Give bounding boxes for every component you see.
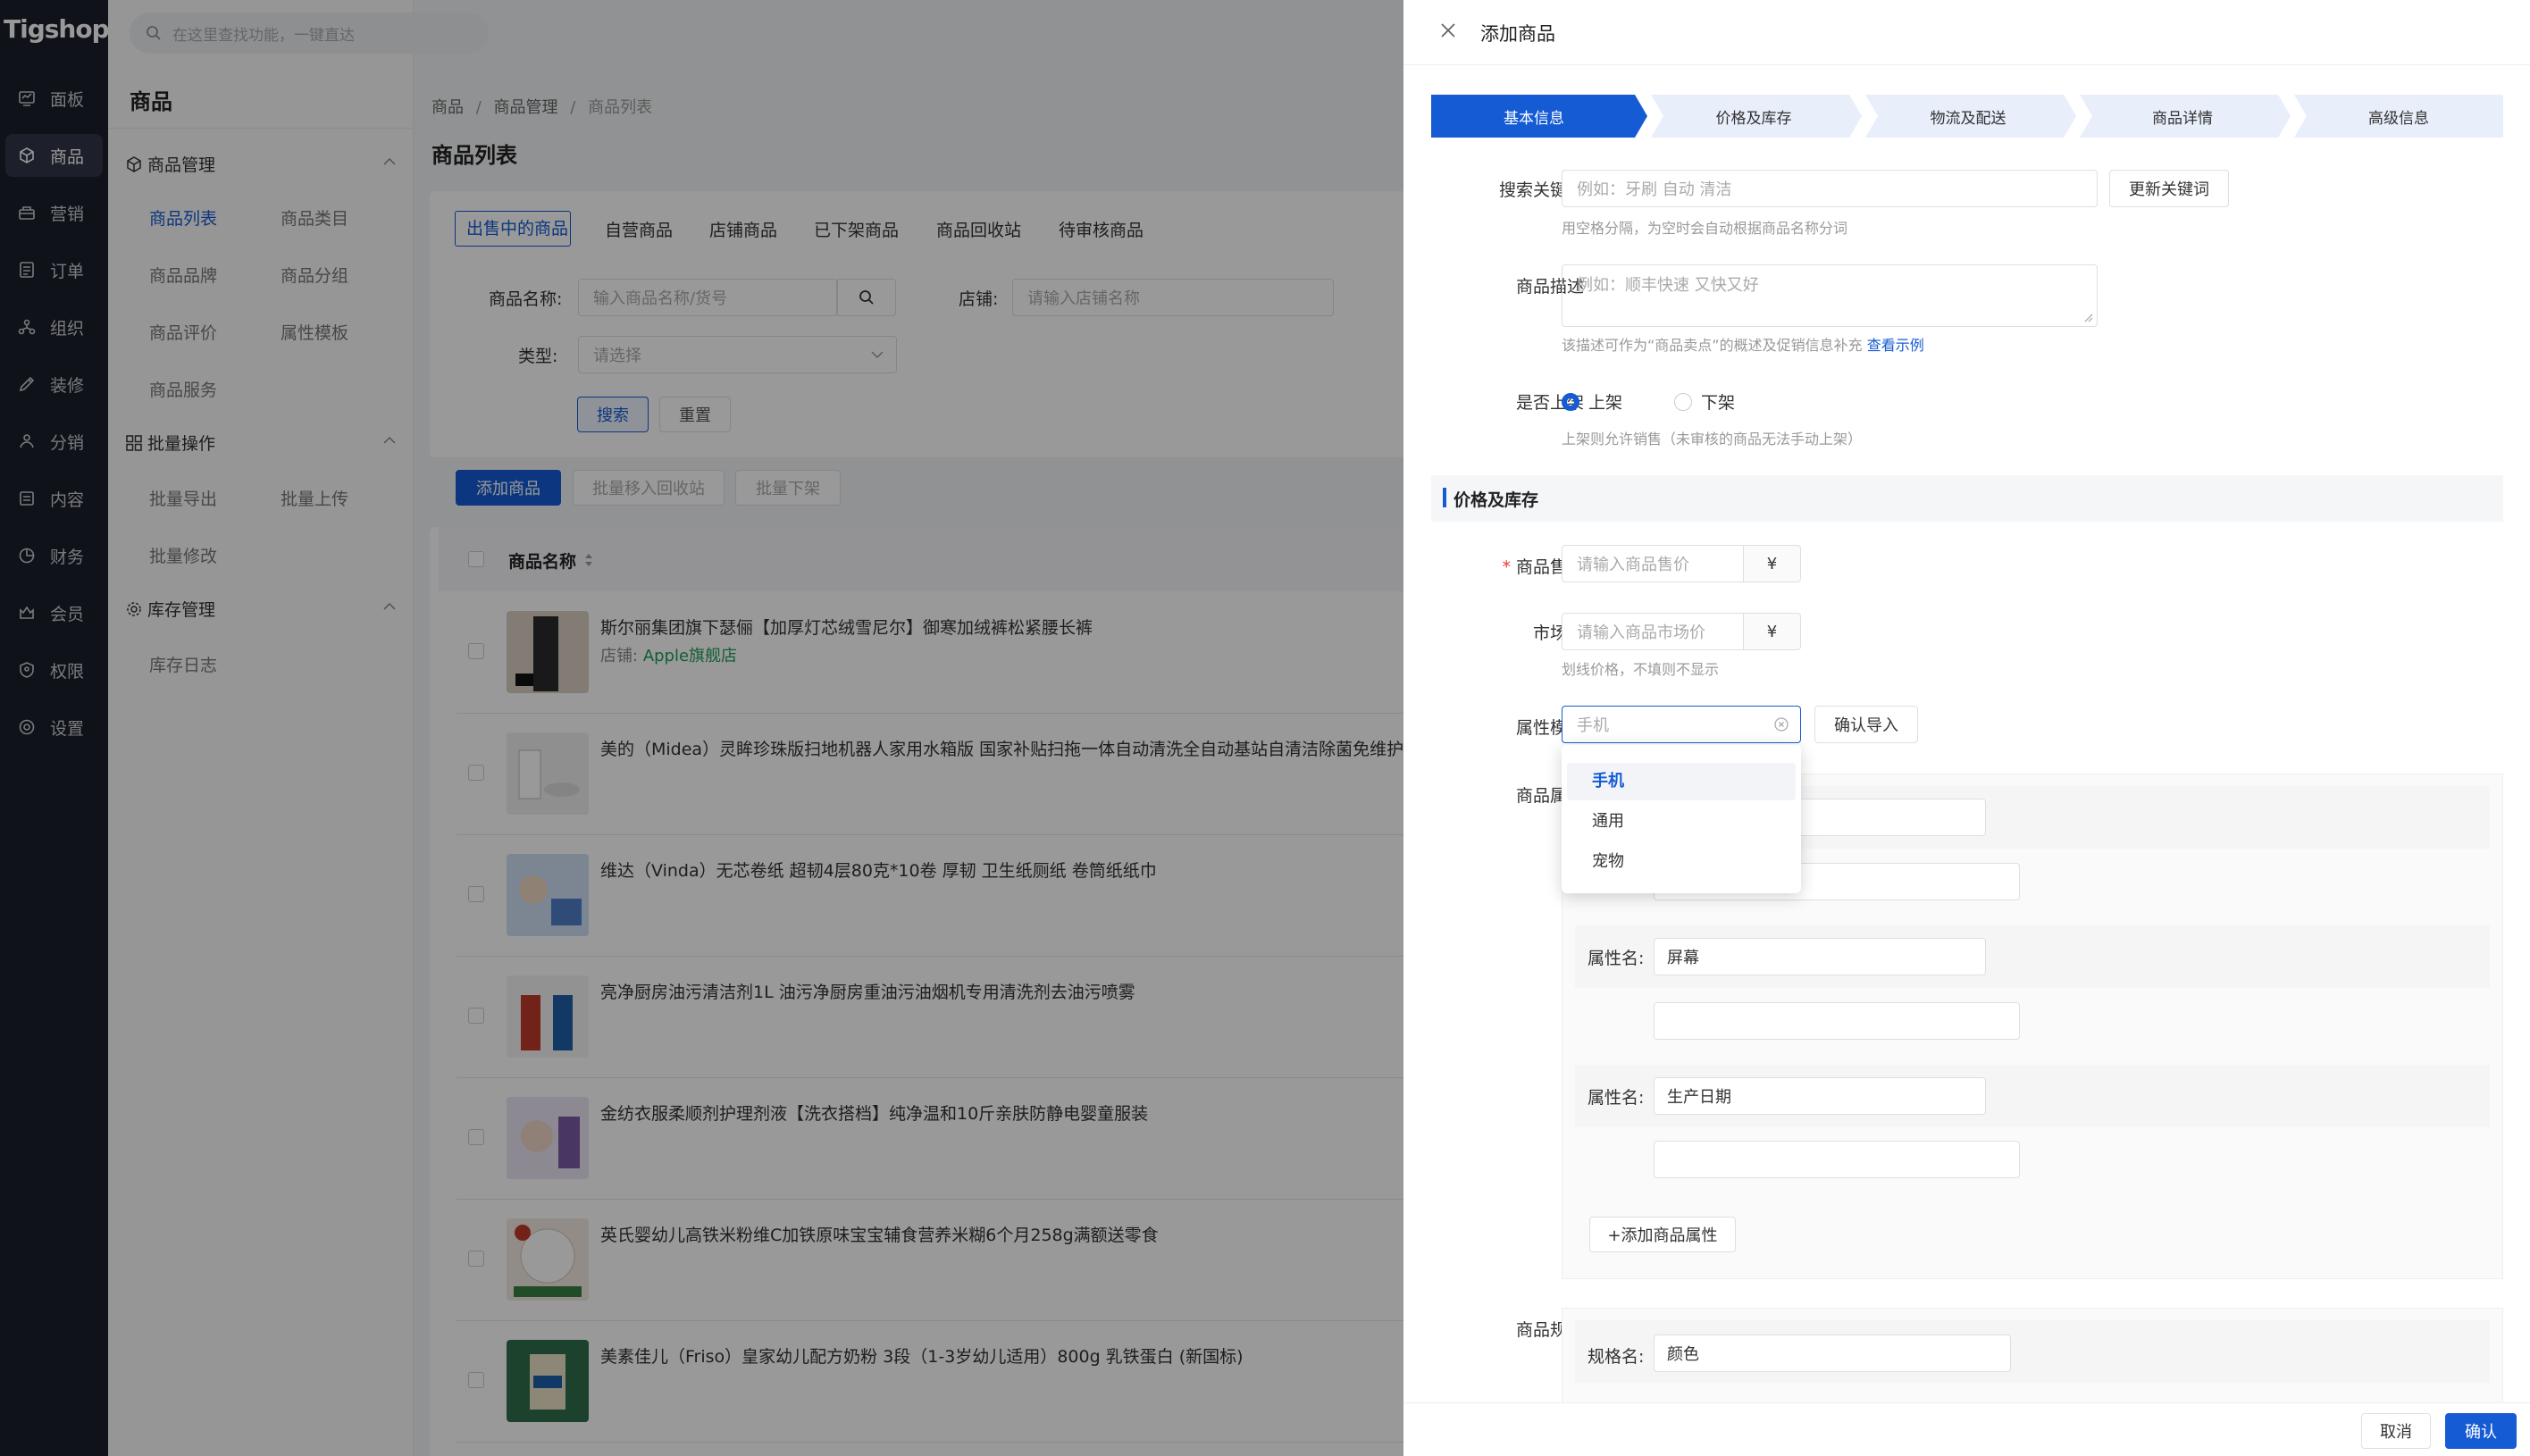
spec-name-input[interactable]: 颜色 (1654, 1335, 2011, 1372)
attr-name-input[interactable]: 生产日期 (1654, 1077, 1986, 1115)
dropdown-option-phone[interactable]: 手机 (1567, 763, 1796, 800)
required-mark: * (1502, 557, 1511, 577)
onsale-hint: 上架则允许销售（未审核的商品无法手动上架） (1562, 431, 1863, 448)
add-attr-button[interactable]: +添加商品属性 (1589, 1217, 1736, 1252)
market-unit: ¥ (1744, 613, 1801, 650)
market-price-input[interactable]: 请输入商品市场价 (1562, 613, 1744, 650)
desc-hint: 该描述可作为“商品卖点”的概述及促销信息补充 查看示例 (1562, 333, 1924, 355)
confirm-import-button[interactable]: 确认导入 (1814, 706, 1918, 743)
desc-textarea[interactable]: 例如：顺丰快速 又快又好 (1562, 264, 2098, 327)
update-keywords-button[interactable]: 更新关键词 (2109, 170, 2229, 207)
step-advanced[interactable]: 高级信息 (2294, 95, 2503, 138)
section-title: 价格及库存 (1453, 490, 1539, 510)
radio-off[interactable] (1674, 392, 1693, 411)
add-goods-drawer: 添加商品 基本信息 价格及库存 物流及配送 商品详情 高级信息 搜索关键词 例如… (1403, 0, 2530, 1456)
market-hint: 划线价格，不填则不显示 (1562, 661, 1720, 678)
desc-hint-text: 该描述可作为“商品卖点”的概述及促销信息补充 (1562, 337, 1863, 354)
step-basic[interactable]: 基本信息 (1431, 95, 1637, 138)
step-logistics[interactable]: 物流及配送 (1865, 95, 2071, 138)
price-input[interactable]: 请输入商品售价 (1562, 545, 1744, 582)
drawer-title: 添加商品 (1480, 23, 1555, 45)
radio-on-label[interactable]: 上架 (1588, 389, 1622, 414)
close-icon[interactable] (1439, 21, 1457, 39)
cancel-button[interactable]: 取消 (2361, 1413, 2431, 1449)
modal-mask[interactable] (0, 0, 1403, 1456)
keywords-hint: 用空格分隔，为空时会自动根据商品名称分词 (1562, 220, 1848, 237)
onsale-radio-group: 上架 下架 (1562, 389, 1735, 414)
template-value: 手机 (1577, 716, 1609, 735)
dropdown-option-pet[interactable]: 宠物 (1567, 843, 1796, 881)
spec-name-label: 规格名: (1588, 1347, 1645, 1367)
clear-icon[interactable] (1773, 716, 1789, 732)
dropdown-option-general[interactable]: 通用 (1567, 803, 1796, 841)
attr-value-input[interactable] (1654, 1002, 2020, 1040)
view-example-link[interactable]: 查看示例 (1867, 337, 1924, 354)
section-header (1431, 475, 2503, 522)
radio-on[interactable] (1562, 392, 1579, 411)
price-unit: ¥ (1744, 545, 1801, 582)
attr-name-label: 属性名: (1588, 949, 1645, 968)
template-select[interactable]: 手机 (1562, 706, 1801, 743)
keywords-input[interactable]: 例如：牙刷 自动 清洁 (1562, 170, 2098, 207)
template-dropdown: 手机 通用 宠物 (1562, 745, 1801, 893)
step-detail[interactable]: 商品详情 (2080, 95, 2285, 138)
radio-off-label[interactable]: 下架 (1701, 389, 1735, 414)
attr-value-input[interactable] (1654, 1141, 2020, 1178)
section-accent (1443, 488, 1446, 507)
resize-handle-icon[interactable] (2084, 314, 2093, 322)
step-price[interactable]: 价格及库存 (1651, 95, 1856, 138)
attr-name-label: 属性名: (1588, 1088, 1645, 1108)
attr-name-input[interactable]: 屏幕 (1654, 938, 1986, 975)
divider (1403, 64, 2530, 65)
confirm-button[interactable]: 确认 (2445, 1413, 2517, 1449)
desc-placeholder: 例如：顺丰快速 又快又好 (1577, 276, 1759, 295)
